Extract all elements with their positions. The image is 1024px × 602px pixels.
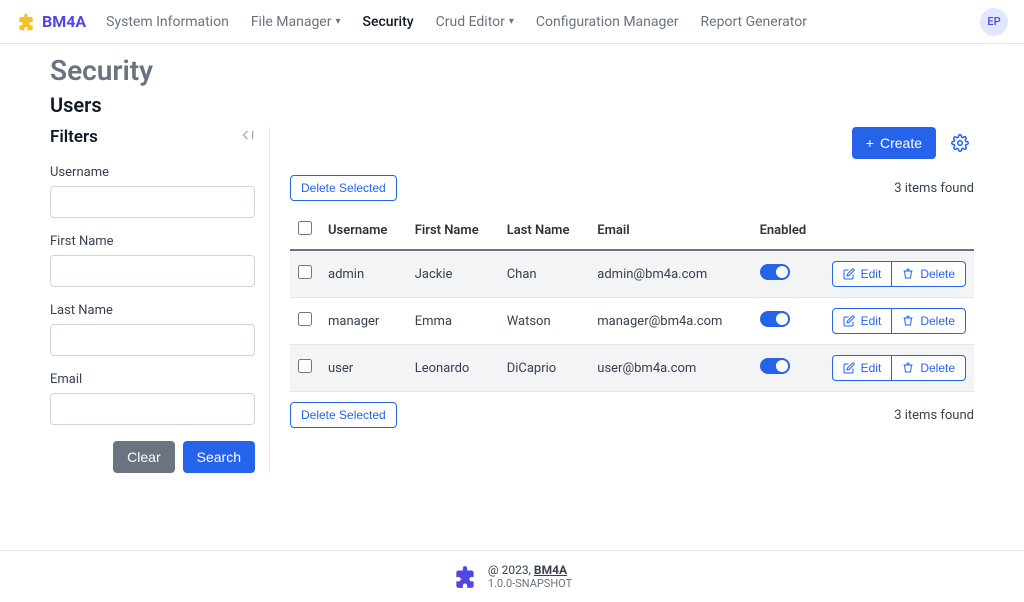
cell-lastName: Chan (499, 250, 590, 298)
filters-title: Filters (50, 127, 98, 147)
nav-menu: System Information File Manager▾ Security C… (106, 14, 980, 30)
gear-icon (951, 134, 969, 152)
puzzle-icon (16, 12, 36, 32)
chevron-down-icon: ▾ (335, 16, 340, 27)
column-header: Enabled (752, 211, 824, 250)
cell-email: admin@bm4a.com (589, 250, 751, 298)
delete-button[interactable]: Delete (891, 261, 966, 287)
edit-button[interactable]: Edit (832, 355, 893, 381)
edit-button[interactable]: Edit (832, 308, 893, 334)
main-content: + Create Delete Selected 3 items found U… (290, 127, 974, 473)
create-label: Create (880, 135, 922, 151)
cell-firstName: Jackie (407, 250, 499, 298)
cell-firstName: Leonardo (407, 345, 499, 392)
enabled-toggle[interactable] (760, 264, 790, 280)
delete-button[interactable]: Delete (891, 355, 966, 381)
plus-icon: + (866, 135, 874, 151)
select-all-checkbox[interactable] (298, 221, 312, 235)
cell-email: manager@bm4a.com (589, 298, 751, 345)
filter-input-email[interactable] (50, 393, 255, 425)
delete-selected-button-bottom[interactable]: Delete Selected (290, 402, 397, 428)
filter-label-first-name: First Name (50, 234, 255, 249)
filter-input-last-name[interactable] (50, 324, 255, 356)
copyright: @ 2023, (488, 563, 531, 577)
nav-item-system-information[interactable]: System Information (106, 14, 229, 30)
chevron-down-icon: ▾ (509, 16, 514, 27)
items-found-top: 3 items found (894, 181, 974, 196)
column-header: First Name (407, 211, 499, 250)
delete-button[interactable]: Delete (891, 308, 966, 334)
edit-button[interactable]: Edit (832, 261, 893, 287)
nav-item-configuration-manager[interactable]: Configuration Manager (536, 14, 679, 30)
users-table: UsernameFirst NameLast NameEmailEnabled … (290, 211, 974, 392)
footer-brand[interactable]: BM4A (534, 563, 567, 577)
table-row: managerEmmaWatsonmanager@bm4a.com Edit D… (290, 298, 974, 345)
nav-item-file-manager[interactable]: File Manager▾ (251, 14, 341, 30)
filters-panel: Filters Username First Name Last Name Email… (50, 127, 270, 473)
cell-username: manager (320, 298, 407, 345)
footer-version: 1.0.0-SNAPSHOT (488, 577, 572, 590)
filter-label-last-name: Last Name (50, 303, 255, 318)
cell-username: admin (320, 250, 407, 298)
items-found-bottom: 3 items found (894, 408, 974, 423)
nav-item-security[interactable]: Security (363, 14, 414, 30)
user-avatar[interactable]: EP (980, 8, 1008, 36)
cell-lastName: Watson (499, 298, 590, 345)
cell-username: user (320, 345, 407, 392)
puzzle-icon (452, 564, 478, 590)
filter-input-username[interactable] (50, 186, 255, 218)
page-footer: @ 2023, BM4A 1.0.0-SNAPSHOT (0, 550, 1024, 602)
filter-label-email: Email (50, 372, 255, 387)
top-nav: BM4A System Information File Manager▾ Secu… (0, 0, 1024, 44)
settings-button[interactable] (946, 129, 974, 157)
column-header: Last Name (499, 211, 590, 250)
create-button[interactable]: + Create (852, 127, 936, 159)
page-title: Security (50, 54, 974, 87)
table-row: adminJackieChanadmin@bm4a.com Edit Delet… (290, 250, 974, 298)
clear-button[interactable]: Clear (113, 441, 174, 473)
cell-firstName: Emma (407, 298, 499, 345)
enabled-toggle[interactable] (760, 358, 790, 374)
brand-text: BM4A (42, 12, 86, 31)
filter-input-first-name[interactable] (50, 255, 255, 287)
filter-label-username: Username (50, 165, 255, 180)
cell-email: user@bm4a.com (589, 345, 751, 392)
column-header: Username (320, 211, 407, 250)
page-subtitle: Users (50, 93, 974, 117)
nav-item-crud-editor[interactable]: Crud Editor▾ (436, 14, 514, 30)
nav-item-report-generator[interactable]: Report Generator (701, 14, 807, 30)
cell-lastName: DiCaprio (499, 345, 590, 392)
row-checkbox[interactable] (298, 359, 312, 373)
row-checkbox[interactable] (298, 265, 312, 279)
row-checkbox[interactable] (298, 312, 312, 326)
search-button[interactable]: Search (183, 441, 255, 473)
column-header: Email (589, 211, 751, 250)
enabled-toggle[interactable] (760, 311, 790, 327)
table-row: userLeonardoDiCapriouser@bm4a.com Edit D… (290, 345, 974, 392)
logo[interactable]: BM4A (16, 12, 86, 32)
collapse-icon[interactable] (241, 128, 255, 146)
delete-selected-button[interactable]: Delete Selected (290, 175, 397, 201)
